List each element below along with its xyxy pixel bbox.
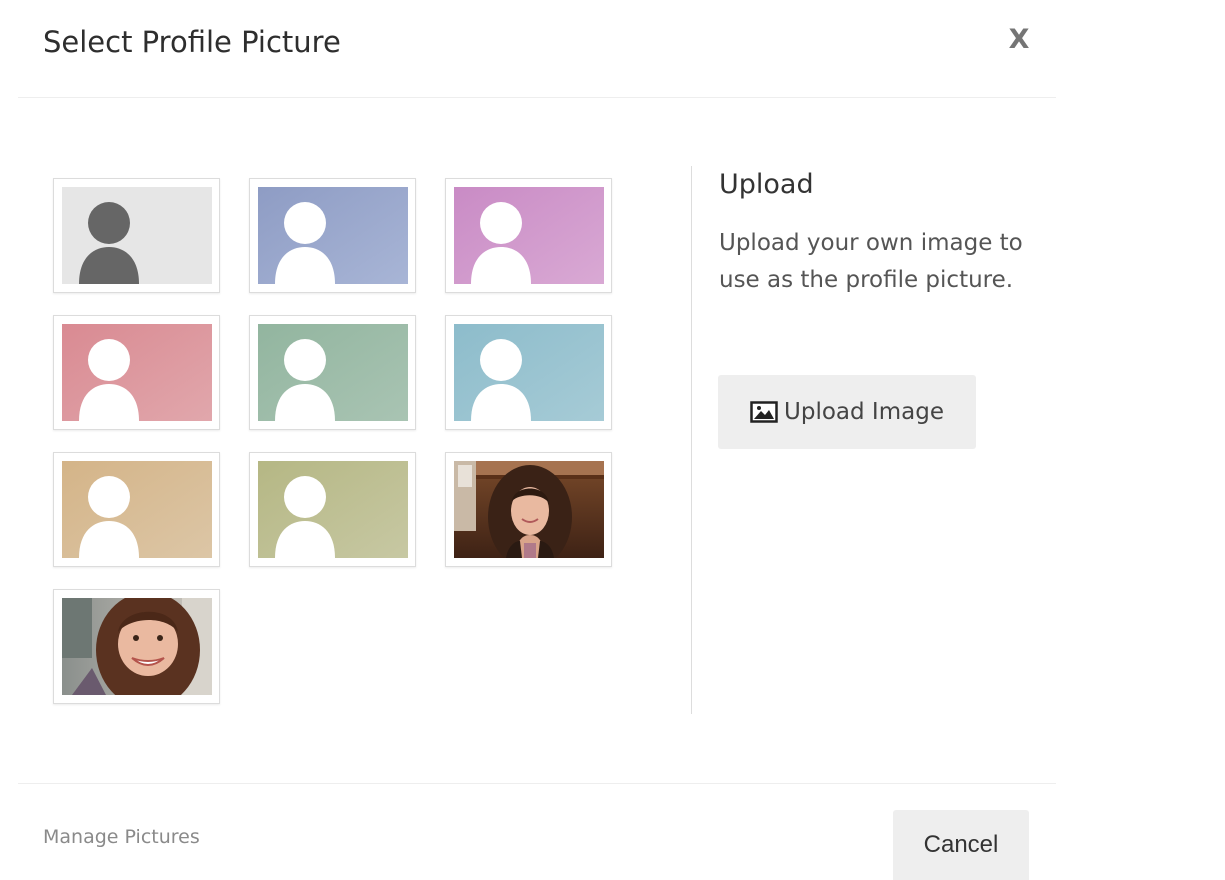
default-avatar-option[interactable] [53, 178, 220, 293]
upload-heading: Upload [719, 169, 814, 200]
upload-description: Upload your own image to use as the prof… [719, 230, 1023, 293]
select-profile-picture-dialog: Select Profile Picture X Upload Upload y… [0, 0, 1225, 880]
default-avatar-option[interactable] [445, 315, 612, 430]
avatar-thumbnail [62, 187, 212, 284]
section-divider [691, 166, 692, 714]
avatar-thumbnail [454, 187, 604, 284]
footer-divider [18, 783, 1056, 784]
avatar-thumbnail [62, 324, 212, 421]
photo-thumbnail [454, 461, 604, 558]
avatar-thumbnail [454, 324, 604, 421]
profile-photo-option[interactable] [53, 589, 220, 704]
avatar-thumbnail [258, 461, 408, 558]
image-icon [750, 401, 778, 423]
avatar-thumbnail [62, 461, 212, 558]
cancel-button[interactable]: Cancel [893, 810, 1029, 880]
close-button[interactable]: X [1004, 20, 1034, 60]
default-avatar-option[interactable] [445, 178, 612, 293]
photo-thumbnail [62, 598, 212, 695]
default-avatar-option[interactable] [53, 315, 220, 430]
default-avatar-option[interactable] [249, 452, 416, 567]
picture-grid [53, 178, 633, 708]
default-avatar-option[interactable] [53, 452, 220, 567]
default-avatar-option[interactable] [249, 178, 416, 293]
upload-image-button[interactable]: Upload Image [718, 375, 976, 449]
upload-image-label: Upload Image [784, 399, 944, 425]
avatar-thumbnail [258, 324, 408, 421]
default-avatar-option[interactable] [249, 315, 416, 430]
manage-pictures-link[interactable]: Manage Pictures [43, 824, 200, 850]
profile-photo-option[interactable] [445, 452, 612, 567]
avatar-thumbnail [258, 187, 408, 284]
header-divider [18, 97, 1056, 98]
dialog-title: Select Profile Picture [43, 25, 341, 59]
